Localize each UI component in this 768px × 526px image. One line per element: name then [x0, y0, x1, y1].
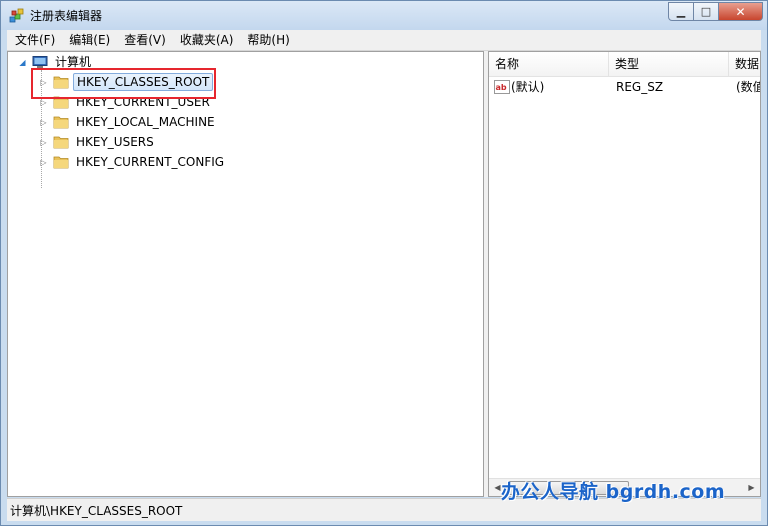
close-button[interactable]: ✕: [719, 2, 763, 21]
tree-item-label: HKEY_LOCAL_MACHINE: [76, 115, 215, 129]
value-type: REG_SZ: [616, 80, 664, 94]
tree-item-hklm[interactable]: ▷ HKEY_LOCAL_MACHINE: [39, 113, 218, 131]
column-header-data[interactable]: 数据: [729, 52, 760, 76]
menu-bar: 文件(F) 编辑(E) 查看(V) 收藏夹(A) 帮助(H): [7, 30, 761, 51]
menu-favorites[interactable]: 收藏夹(A): [174, 30, 240, 50]
maximize-icon: □: [700, 5, 712, 18]
minimize-button[interactable]: ▁: [668, 2, 694, 21]
tree-item-hkcc[interactable]: ▷ HKEY_CURRENT_CONFIG: [39, 153, 227, 171]
folder-icon: [53, 116, 69, 129]
menu-file[interactable]: 文件(F): [9, 30, 61, 50]
tree-item-hku[interactable]: ▷ HKEY_USERS: [39, 133, 157, 151]
title-bar[interactable]: 注册表编辑器 ▁ □ ✕: [1, 1, 767, 30]
folder-icon: [53, 136, 69, 149]
client-area: ◢ 计算机 ▷ HKEY_CLASSES_ROOT ▷ HKEY_CURRENT…: [7, 51, 761, 497]
expand-arrow-icon[interactable]: ▷: [39, 138, 48, 147]
menu-edit[interactable]: 编辑(E): [63, 30, 116, 50]
close-icon: ✕: [735, 4, 746, 19]
minimize-icon: ▁: [676, 5, 686, 18]
expand-arrow-icon[interactable]: ▷: [39, 118, 48, 127]
computer-icon: [32, 55, 48, 68]
scroll-right-arrow-icon[interactable]: ▶: [743, 479, 760, 496]
string-value-icon: ab: [494, 80, 510, 94]
collapse-arrow-icon[interactable]: ◢: [18, 58, 27, 67]
registry-editor-window: 注册表编辑器 ▁ □ ✕ 文件(F) 编辑(E) 查看(V) 收藏夹(A) 帮助…: [0, 0, 768, 526]
value-data: (数值: [736, 80, 760, 94]
list-item[interactable]: ab (默认) REG_SZ (数值: [489, 78, 760, 96]
menu-view[interactable]: 查看(V): [118, 30, 172, 50]
watermark: 办公人导航 bgrdh.com: [501, 481, 726, 503]
window-title: 注册表编辑器: [30, 9, 103, 23]
tree-item-label: HKEY_USERS: [76, 135, 154, 149]
window-controls: ▁ □ ✕: [668, 2, 763, 21]
registry-values-pane[interactable]: 名称 类型 数据 ab (默认) REG_SZ (数值 ◀ ▶: [488, 51, 761, 497]
value-name: (默认): [511, 80, 545, 94]
column-header-name[interactable]: 名称: [489, 52, 609, 76]
status-path: 计算机\HKEY_CLASSES_ROOT: [10, 504, 183, 518]
red-highlight-box: [31, 68, 216, 99]
maximize-button[interactable]: □: [694, 2, 719, 21]
column-header-type[interactable]: 类型: [609, 52, 729, 76]
svg-text:ab: ab: [496, 83, 507, 92]
registry-tree-pane[interactable]: ◢ 计算机 ▷ HKEY_CLASSES_ROOT ▷ HKEY_CURRENT…: [7, 51, 484, 497]
registry-editor-icon: [9, 8, 24, 23]
list-header: 名称 类型 数据: [489, 52, 760, 77]
menu-help[interactable]: 帮助(H): [241, 30, 295, 50]
expand-arrow-icon[interactable]: ▷: [39, 158, 48, 167]
tree-item-label: HKEY_CURRENT_CONFIG: [76, 155, 225, 169]
folder-icon: [53, 156, 69, 169]
